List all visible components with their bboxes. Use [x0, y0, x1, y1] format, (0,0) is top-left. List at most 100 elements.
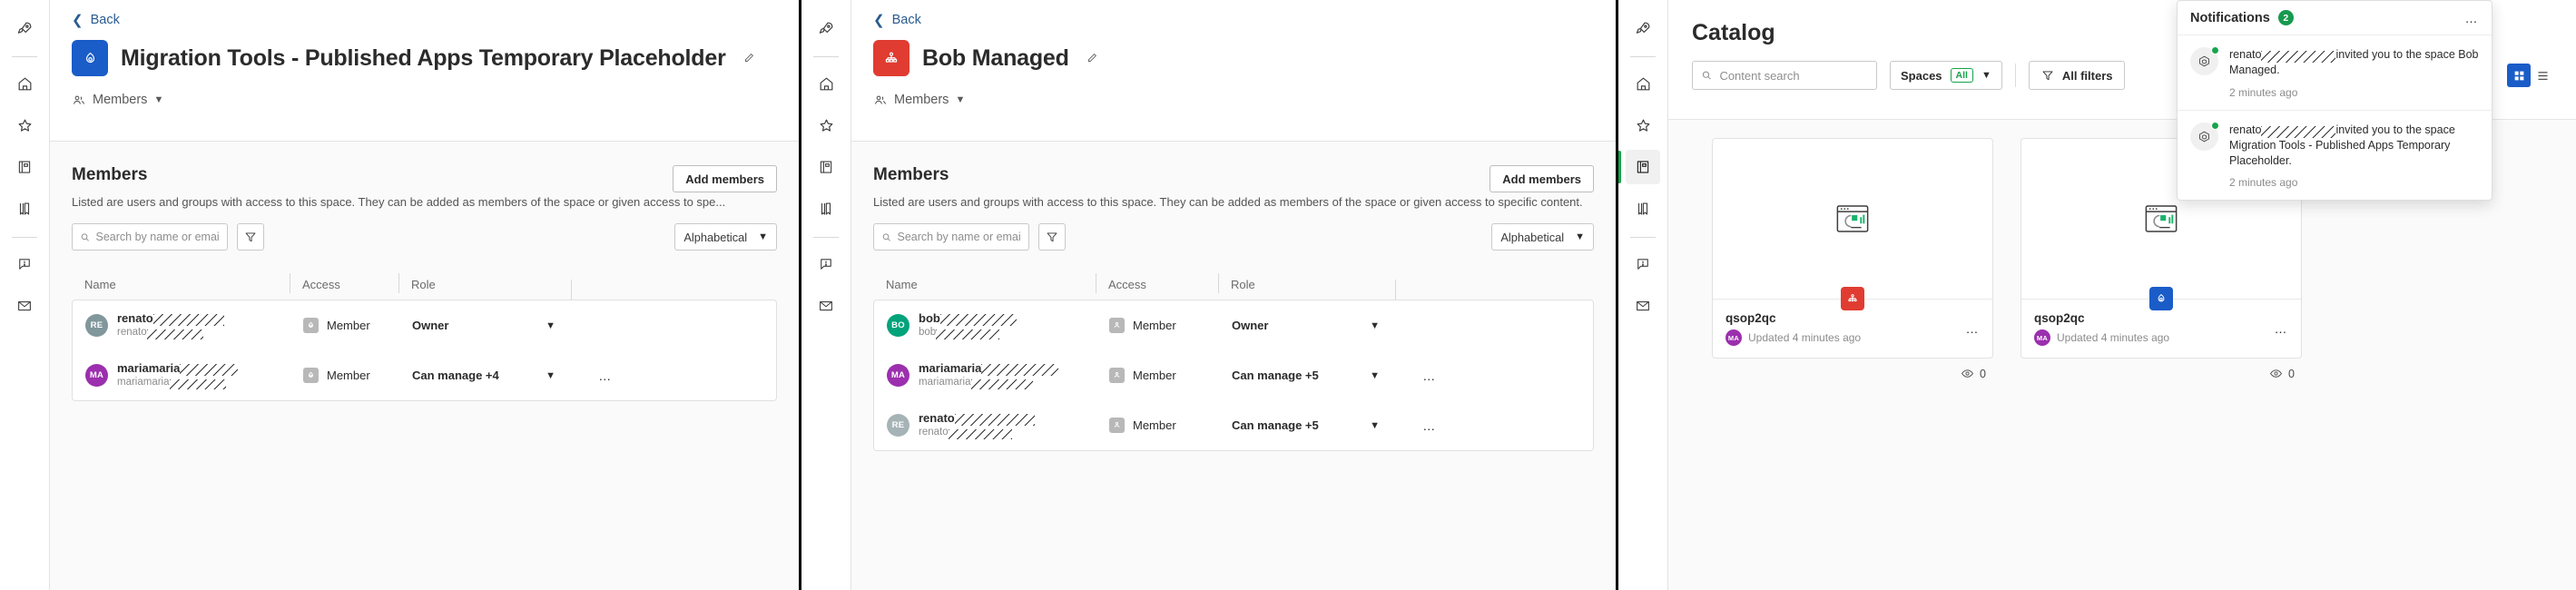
left-nav-rail-1 — [0, 0, 50, 590]
members-search-input-2[interactable] — [897, 231, 1021, 243]
chevron-down-icon[interactable]: ▼ — [546, 320, 556, 331]
content-search-input[interactable] — [1719, 68, 1868, 83]
sidebar-item-catalog[interactable] — [1618, 150, 1660, 184]
catalog-card[interactable]: qsop2qc MA Updated 4 minutes ago … — [1712, 138, 1993, 359]
avatar: RE — [85, 314, 108, 337]
card-more-button[interactable]: … — [2275, 321, 2289, 336]
list-view-button[interactable] — [2531, 64, 2554, 87]
table-row[interactable]: MA mariamaria mariamaria Member Can mana… — [874, 350, 1593, 400]
control-divider — [2014, 64, 2016, 87]
notifications-more-button[interactable]: … — [2465, 11, 2480, 25]
table-row[interactable]: RE renato renato — [874, 400, 1593, 450]
card-title: qsop2qc — [1726, 311, 1776, 325]
chevron-down-icon[interactable]: ▼ — [1370, 420, 1380, 431]
list-item[interactable]: renato invited you to the space Migration… — [2178, 111, 2492, 201]
spaces-filter-button[interactable]: Spaces All ▼ — [1890, 61, 2002, 90]
back-label: Back — [891, 13, 921, 27]
chevron-down-icon[interactable]: ▼ — [1370, 320, 1380, 331]
star-icon[interactable] — [809, 108, 843, 143]
member-name: renato — [117, 311, 224, 327]
avatar: MA — [85, 364, 108, 387]
member-name: mariamaria — [919, 361, 1059, 377]
rocket-icon[interactable] — [1626, 11, 1660, 45]
members-sort-button-2[interactable]: Alphabetical ▼ — [1491, 223, 1594, 251]
unread-dot — [2211, 46, 2219, 54]
row-more-button[interactable]: … — [1422, 369, 1437, 383]
column-name: Name — [84, 277, 116, 291]
bookmark-icon[interactable] — [7, 192, 42, 226]
space-tabs-1[interactable]: Members ▼ — [72, 93, 779, 107]
table-row[interactable]: RE renato renato — [73, 300, 776, 350]
member-access: Member — [1133, 369, 1176, 382]
space-title-row-2: Bob Managed — [873, 40, 1596, 76]
table-row[interactable]: BO bob bob Member Owner ▼ — [874, 300, 1593, 350]
members-icon — [875, 95, 886, 104]
all-filters-button[interactable]: All filters — [2028, 61, 2126, 90]
access-type-icon — [1109, 418, 1125, 433]
catalog-icon[interactable] — [809, 150, 843, 184]
add-members-button-1[interactable]: Add members — [673, 165, 777, 192]
chevron-down-icon[interactable]: ▼ — [546, 370, 556, 381]
sheet-thumbnail-icon — [1836, 205, 1869, 232]
catalog-icon[interactable] — [7, 150, 42, 184]
members-table-header-2: Name Access Role — [873, 269, 1594, 300]
back-button-1[interactable]: ❮ Back — [72, 13, 779, 27]
notification-text: renato invited you to the space Bob Manag… — [2229, 48, 2479, 77]
spaces-value-badge: All — [1950, 68, 1973, 83]
members-table-header-1: Name Access Role — [72, 269, 777, 300]
add-members-button-2[interactable]: Add members — [1490, 165, 1594, 192]
avatar: MA — [1726, 329, 1742, 346]
member-email: bob — [919, 326, 1017, 339]
content-search[interactable] — [1692, 61, 1877, 90]
members-search-input-1[interactable] — [95, 231, 220, 243]
chevron-down-icon[interactable]: ▼ — [1370, 370, 1380, 381]
bookmark-icon[interactable] — [809, 192, 843, 226]
space-header-1: ❮ Back Migration Tools - Published Apps … — [50, 0, 799, 142]
mail-icon[interactable] — [7, 289, 42, 323]
star-icon[interactable] — [7, 108, 42, 143]
member-role: Can manage +4 — [412, 369, 499, 382]
bookmark-icon[interactable] — [1626, 192, 1660, 226]
home-icon[interactable] — [7, 66, 42, 101]
member-name: mariamaria — [117, 361, 239, 377]
row-more-button[interactable]: … — [1422, 418, 1437, 433]
table-row[interactable]: MA mariamaria mariamaria Member Can mana… — [73, 350, 776, 400]
mail-icon[interactable] — [809, 289, 843, 323]
alerts-icon[interactable] — [1626, 247, 1660, 281]
space-tabs-2[interactable]: Members ▼ — [873, 93, 1596, 107]
members-rows-2: BO bob bob Member Owner ▼ MA mariamaria … — [873, 300, 1594, 451]
edit-pencil-icon-2[interactable] — [1086, 52, 1098, 64]
member-email: renato — [919, 426, 1035, 439]
back-button-2[interactable]: ❮ Back — [873, 13, 1596, 27]
edit-pencil-icon-1[interactable] — [742, 52, 755, 64]
members-sort-button-1[interactable]: Alphabetical ▼ — [674, 223, 777, 251]
row-more-button[interactable]: … — [598, 369, 613, 383]
mail-icon[interactable] — [1626, 289, 1660, 323]
card-view-count: 0 — [2020, 359, 2302, 380]
member-role: Can manage +5 — [1232, 418, 1319, 432]
alerts-icon[interactable] — [7, 247, 42, 281]
members-search-1[interactable] — [72, 223, 228, 251]
space-members-panel-2: ❮ Back Bob Managed Members ▼ Members Lis… — [801, 0, 1616, 590]
rocket-icon[interactable] — [809, 11, 843, 45]
members-filter-button-1[interactable] — [237, 223, 264, 251]
grid-view-button[interactable] — [2507, 64, 2531, 87]
search-icon — [81, 232, 89, 241]
rail-divider — [12, 237, 37, 238]
members-filter-button-2[interactable] — [1038, 223, 1066, 251]
chevron-down-icon: ▼ — [955, 94, 966, 105]
alerts-icon[interactable] — [809, 247, 843, 281]
star-icon[interactable] — [1626, 108, 1660, 143]
list-item[interactable]: renato invited you to the space Bob Manag… — [2178, 35, 2492, 111]
card-more-button[interactable]: … — [1966, 321, 1981, 336]
members-icon — [74, 95, 84, 104]
left-nav-rail-2 — [801, 0, 851, 590]
shared-space-icon — [2149, 287, 2173, 310]
home-icon[interactable] — [1626, 66, 1660, 101]
members-heading-2: Members — [873, 165, 949, 184]
access-type-icon — [303, 368, 319, 383]
rocket-icon[interactable] — [7, 11, 42, 45]
home-icon[interactable] — [809, 66, 843, 101]
members-search-2[interactable] — [873, 223, 1029, 251]
card-meta: MA Updated 4 minutes ago — [2034, 329, 2169, 346]
